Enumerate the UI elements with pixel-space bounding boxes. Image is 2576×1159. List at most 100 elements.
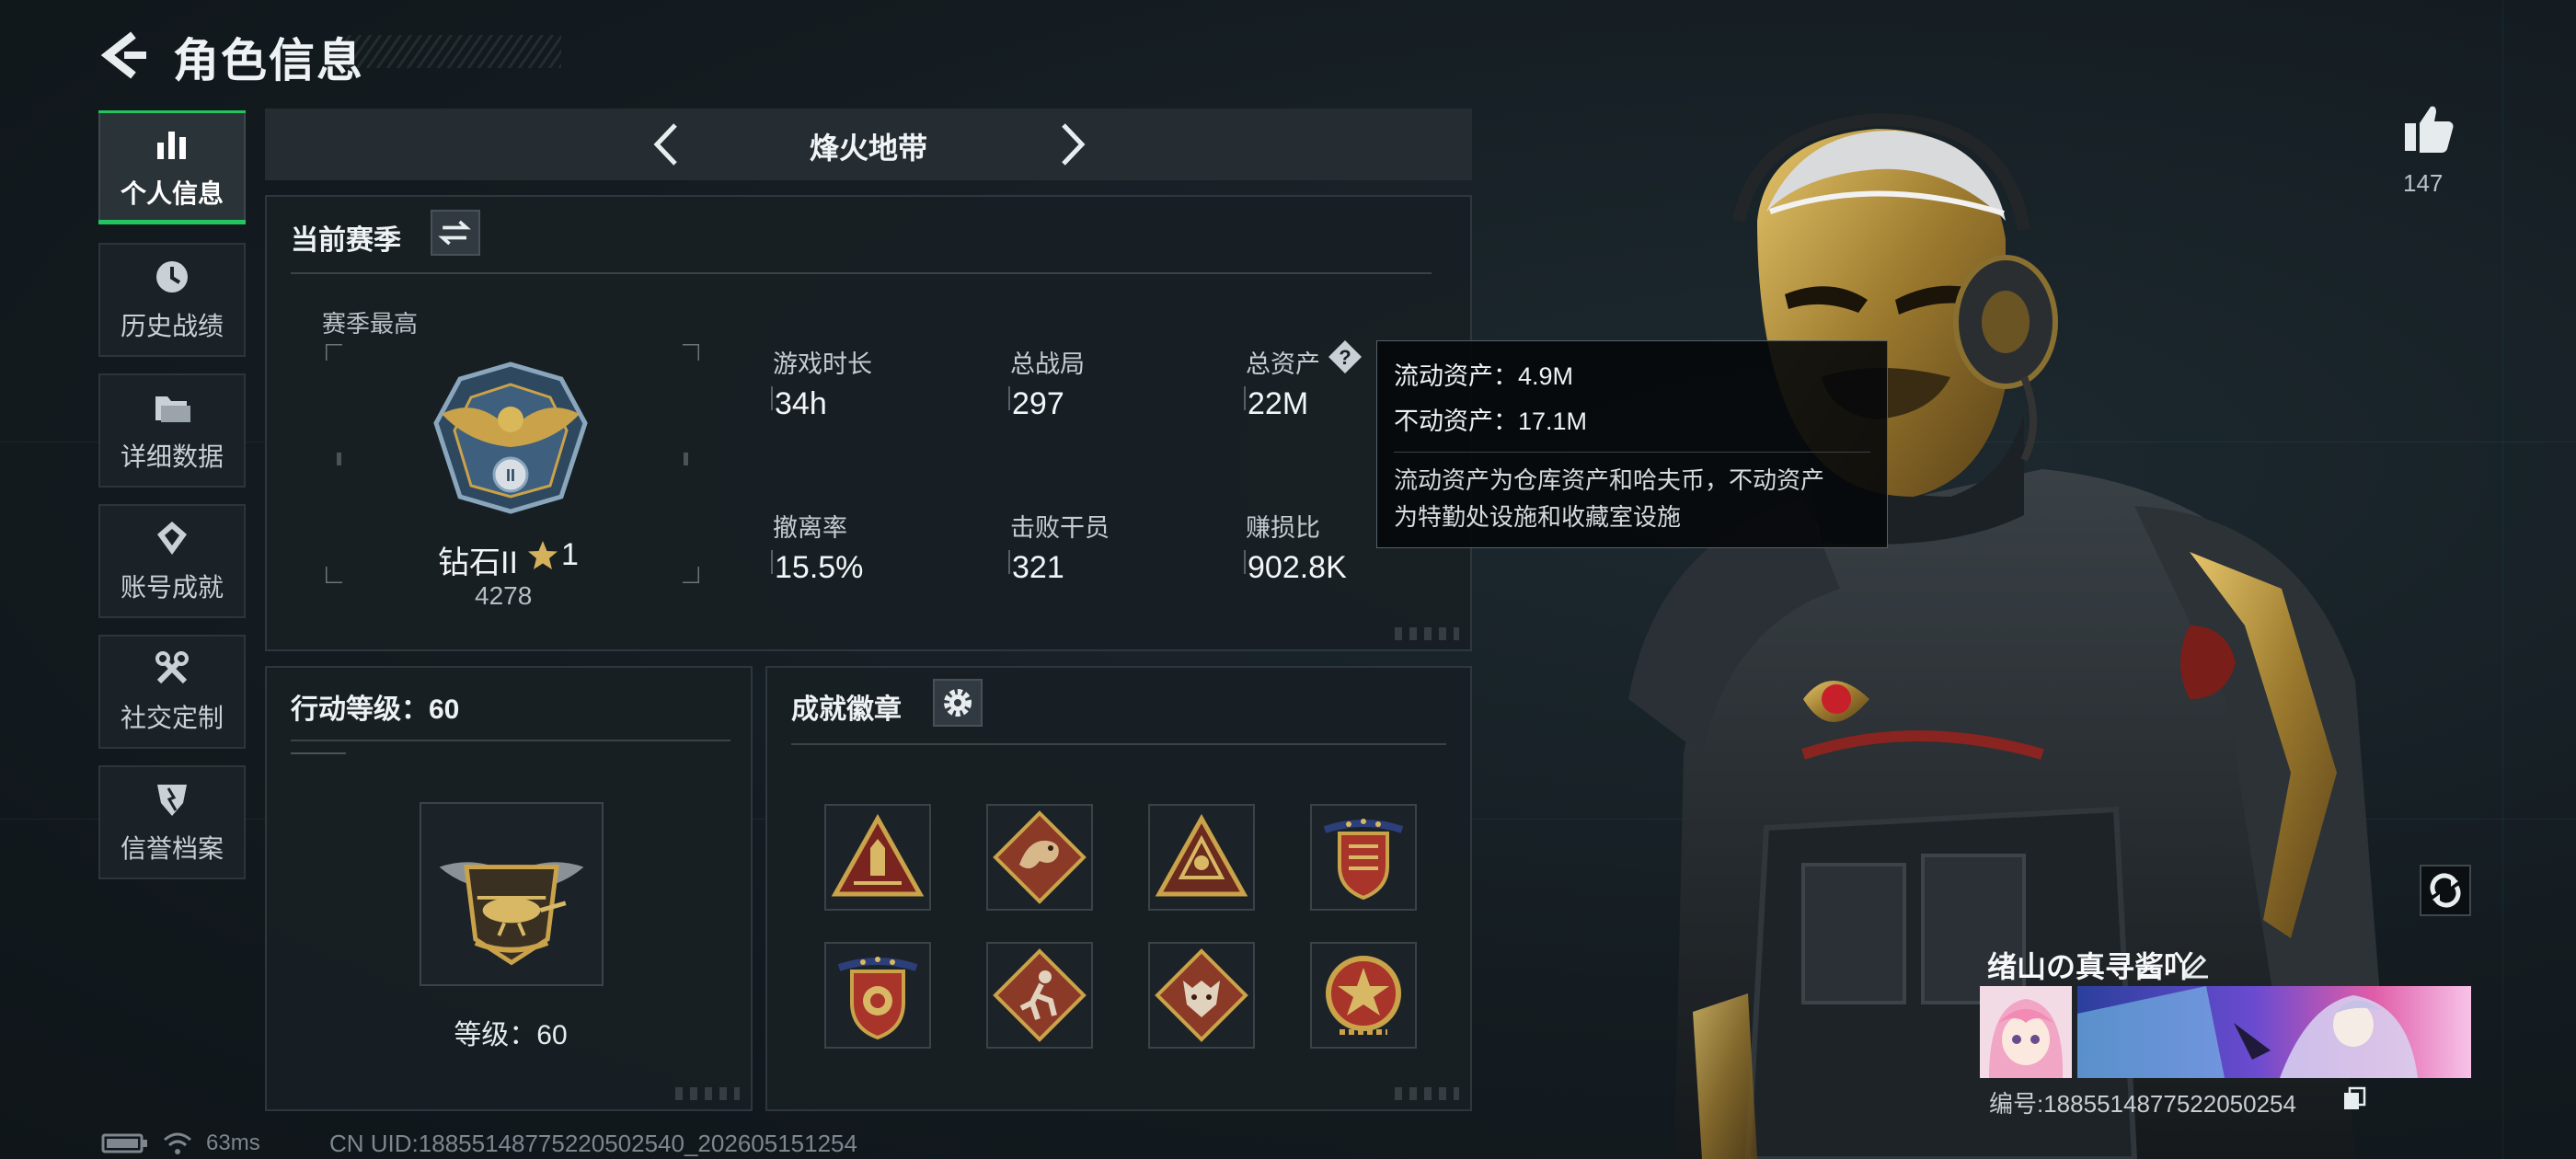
- achievement-title: 成就徽章: [791, 694, 902, 725]
- dragon-diamond-badge-icon: [993, 810, 1087, 904]
- stat-value-total-assets: 22M: [1248, 386, 1309, 421]
- thumbs-up-icon[interactable]: [2401, 101, 2456, 156]
- title-decoration: [340, 35, 561, 68]
- stat-divider: [1008, 386, 1010, 410]
- uid-text: CN UID:18855148775220502540_202605151254: [329, 1130, 857, 1157]
- badge-settings-button[interactable]: [933, 679, 983, 727]
- tooltip-description-line: 流动资产为仓库资产和哈夫币，不动资产: [1394, 466, 1825, 494]
- folder-icon: [155, 396, 190, 422]
- mode-selector: 烽火地带: [265, 109, 1472, 180]
- stat-value-profit-loss-ratio: 902.8K: [1248, 550, 1347, 585]
- sidebar-item-label: 详细数据: [120, 442, 224, 471]
- sidebar-item-history[interactable]: 历史战绩: [98, 243, 246, 357]
- runner-diamond-badge-icon: [993, 948, 1087, 1042]
- page-title: 角色信息: [173, 35, 364, 86]
- like-count: 147: [2403, 169, 2444, 197]
- stat-divider: [1008, 550, 1010, 574]
- sidebar-item-social-custom[interactable]: 社交定制: [98, 635, 246, 749]
- battery-icon: [101, 1133, 147, 1153]
- stat-value-playtime: 34h: [775, 386, 827, 421]
- bar-chart-icon: [157, 132, 186, 159]
- triangle-ammo-badge-icon: [831, 813, 925, 897]
- stat-value-extraction-rate: 15.5%: [775, 550, 864, 585]
- rank-star-count: 1: [561, 537, 579, 572]
- section-divider: [291, 272, 1432, 274]
- stat-label-operators-defeated: 击败干员: [1010, 514, 1110, 542]
- section-divider: [291, 740, 730, 741]
- chevron-right-icon[interactable]: [1045, 118, 1097, 171]
- achievement-badge[interactable]: [824, 942, 931, 1049]
- winged-shield-badge-icon: [1323, 819, 1404, 901]
- panel-corner-decoration: [1395, 627, 1459, 640]
- section-divider: [791, 743, 1446, 745]
- achievement-badge[interactable]: [824, 804, 931, 911]
- achievement-badge[interactable]: [1310, 942, 1417, 1049]
- achievement-badge[interactable]: [1310, 804, 1417, 911]
- stat-label-total-matches: 总战局: [1010, 350, 1085, 378]
- avatar-image: [1980, 986, 2072, 1078]
- tools-icon: [155, 651, 189, 684]
- player-id: 编号:1885514877522050254: [1989, 1090, 2296, 1118]
- achievement-icon: [157, 522, 187, 555]
- rotate-model-button[interactable]: [2420, 865, 2471, 916]
- back-arrow-icon[interactable]: [97, 28, 152, 83]
- sidebar-item-label: 信誉档案: [120, 834, 224, 863]
- edit-pencil-icon[interactable]: [2180, 947, 2212, 979]
- sidebar-item-label: 个人信息: [120, 179, 224, 208]
- rank-badge-icon: II: [433, 361, 588, 514]
- svg-text:II: II: [506, 466, 515, 485]
- achievement-badge[interactable]: [1148, 942, 1255, 1049]
- helicopter-emblem-icon: [439, 862, 584, 966]
- avatar[interactable]: [1980, 986, 2072, 1078]
- achievement-badge[interactable]: [986, 942, 1093, 1049]
- season-best-label: 赛季最高: [322, 310, 419, 338]
- sidebar-item-reputation[interactable]: 信誉档案: [98, 765, 246, 879]
- stat-divider: [1244, 386, 1246, 410]
- triangle-emblem-badge-icon: [1155, 813, 1248, 897]
- stat-value-total-matches: 297: [1012, 386, 1064, 421]
- sidebar-item-label: 历史战绩: [120, 312, 224, 340]
- tooltip-liquid-assets: 流动资产：4.9M: [1394, 362, 1574, 390]
- wifi-icon: [164, 1132, 191, 1154]
- refresh-icon: [2430, 873, 2461, 908]
- stat-divider: [1244, 550, 1246, 574]
- status-bar: 63ms: [101, 1130, 260, 1157]
- gear-icon: [944, 689, 972, 717]
- season-title: 当前赛季: [291, 225, 401, 256]
- stat-label-playtime: 游戏时长: [773, 350, 872, 378]
- history-clock-icon: [156, 261, 188, 293]
- season-switch-button[interactable]: [431, 210, 480, 256]
- season-panel: 当前赛季 赛季最高 II 钻石II 1 4278 游戏时长 34h 总战局 29…: [265, 195, 1472, 651]
- player-name: 绪山の真寻酱吖: [1987, 950, 2194, 983]
- sidebar-item-detailed-data[interactable]: 详细数据: [98, 373, 246, 488]
- copy-icon[interactable]: [2340, 1085, 2368, 1113]
- stat-label-extraction-rate: 撤离率: [773, 514, 847, 542]
- achievement-badge[interactable]: [1148, 804, 1255, 911]
- stat-divider: [771, 550, 773, 574]
- star-icon: [528, 541, 558, 569]
- panel-corner-decoration: [1395, 1087, 1459, 1100]
- bg-grid-line: [2502, 0, 2503, 1159]
- help-icon[interactable]: ?: [1327, 339, 1363, 375]
- tooltip-divider: [1394, 452, 1870, 453]
- assets-tooltip: 流动资产：4.9M 不动资产：17.1M 流动资产为仓库资产和哈夫币，不动资产 …: [1376, 340, 1888, 548]
- rank-score: 4278: [475, 581, 533, 610]
- tooltip-description-line: 为特勤处设施和收藏室设施: [1394, 503, 1682, 531]
- stat-label-total-assets: 总资产: [1246, 350, 1320, 378]
- starred-shield-badge-icon: [837, 957, 918, 1040]
- action-level-panel: 行动等级：60 等级：60: [265, 666, 753, 1111]
- star-medal-badge-icon: [1326, 956, 1401, 1035]
- sidebar-item-personal-info[interactable]: 个人信息: [98, 110, 246, 224]
- panel-corner-decoration: [675, 1087, 740, 1100]
- achievement-badges-panel: 成就徽章: [765, 666, 1472, 1111]
- stat-value-operators-defeated: 321: [1012, 550, 1064, 585]
- shield-icon: [157, 785, 187, 816]
- mode-label: 烽火地带: [809, 132, 927, 165]
- sidebar-item-achievements[interactable]: 账号成就: [98, 504, 246, 618]
- level-text: 等级：60: [454, 1020, 568, 1050]
- sidebar-item-label: 账号成就: [120, 573, 224, 602]
- svg-text:?: ?: [1339, 346, 1351, 369]
- tooltip-fixed-assets: 不动资产：17.1M: [1394, 407, 1588, 435]
- ping-text: 63ms: [206, 1130, 260, 1155]
- achievement-badge[interactable]: [986, 804, 1093, 911]
